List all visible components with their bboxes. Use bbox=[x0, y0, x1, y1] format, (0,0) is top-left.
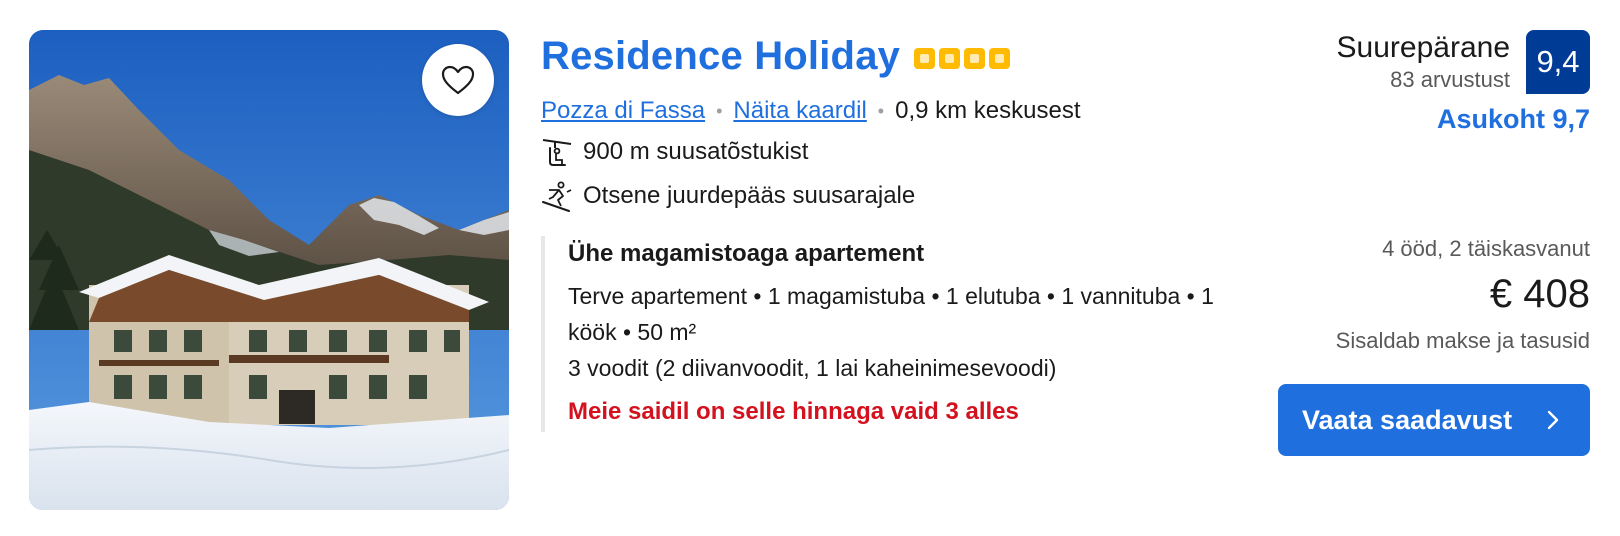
room-description: Terve apartement • 1 magamistuba • 1 elu… bbox=[568, 283, 1214, 345]
review-summary[interactable]: Suurepärane 83 arvustust 9,4 bbox=[1337, 30, 1590, 94]
ski-lift-icon bbox=[541, 136, 573, 168]
price: € 408 bbox=[1489, 272, 1590, 316]
see-availability-button[interactable]: Vaata saadavust bbox=[1278, 384, 1590, 456]
review-text: Suurepärane 83 arvustust bbox=[1337, 30, 1510, 94]
review-label: Suurepärane bbox=[1336, 31, 1510, 64]
feature-text: Otsene juurdepääs suusarajale bbox=[583, 182, 916, 209]
room-beds: 3 voodit (2 diivanvoodit, 1 lai kaheinim… bbox=[568, 355, 1057, 381]
location-row: Pozza di Fassa • Näita kaardil • 0,9 km … bbox=[541, 97, 1081, 125]
review-score-badge: 9,4 bbox=[1526, 30, 1590, 94]
location-link[interactable]: Pozza di Fassa bbox=[541, 97, 705, 125]
chevron-right-icon bbox=[1547, 410, 1559, 430]
show-map-link[interactable]: Näita kaardil bbox=[733, 97, 866, 125]
star-icon bbox=[989, 48, 1011, 69]
title-row: Residence Holiday bbox=[541, 34, 1011, 79]
distance-text: 0,9 km keskusest bbox=[895, 97, 1081, 124]
room-title: Ühe magamistoaga apartement bbox=[568, 240, 925, 267]
feature-ski-lift: 900 m suusatõstukist bbox=[541, 136, 808, 168]
star-icon bbox=[964, 48, 986, 69]
room-details: Ühe magamistoaga apartement Terve aparte… bbox=[541, 236, 1261, 432]
heart-icon bbox=[441, 65, 475, 95]
stay-details: 4 ööd, 2 täiskasvanut bbox=[1382, 236, 1590, 261]
property-card: Residence Holiday Pozza di Fassa • Näita… bbox=[0, 0, 1620, 536]
feature-text: 900 m suusatõstukist bbox=[583, 138, 809, 165]
property-name[interactable]: Residence Holiday bbox=[541, 34, 900, 79]
review-count: 83 arvustust bbox=[1390, 67, 1510, 92]
separator-dot: • bbox=[877, 100, 885, 121]
availability-warning: Meie saidil on selle hinnaga vaid 3 alle… bbox=[568, 398, 1019, 425]
separator-dot: • bbox=[716, 100, 723, 121]
location-score: Asukoht 9,7 bbox=[1436, 104, 1590, 134]
star-icon bbox=[914, 48, 936, 69]
star-rating bbox=[914, 48, 1011, 69]
skier-icon bbox=[541, 180, 573, 212]
cta-label: Vaata saadavust bbox=[1302, 404, 1513, 435]
feature-ski-access: Otsene juurdepääs suusarajale bbox=[541, 180, 915, 212]
taxes-note: Sisaldab makse ja tasusid bbox=[1335, 328, 1590, 353]
star-icon bbox=[939, 48, 961, 69]
favorite-button[interactable] bbox=[422, 44, 494, 116]
